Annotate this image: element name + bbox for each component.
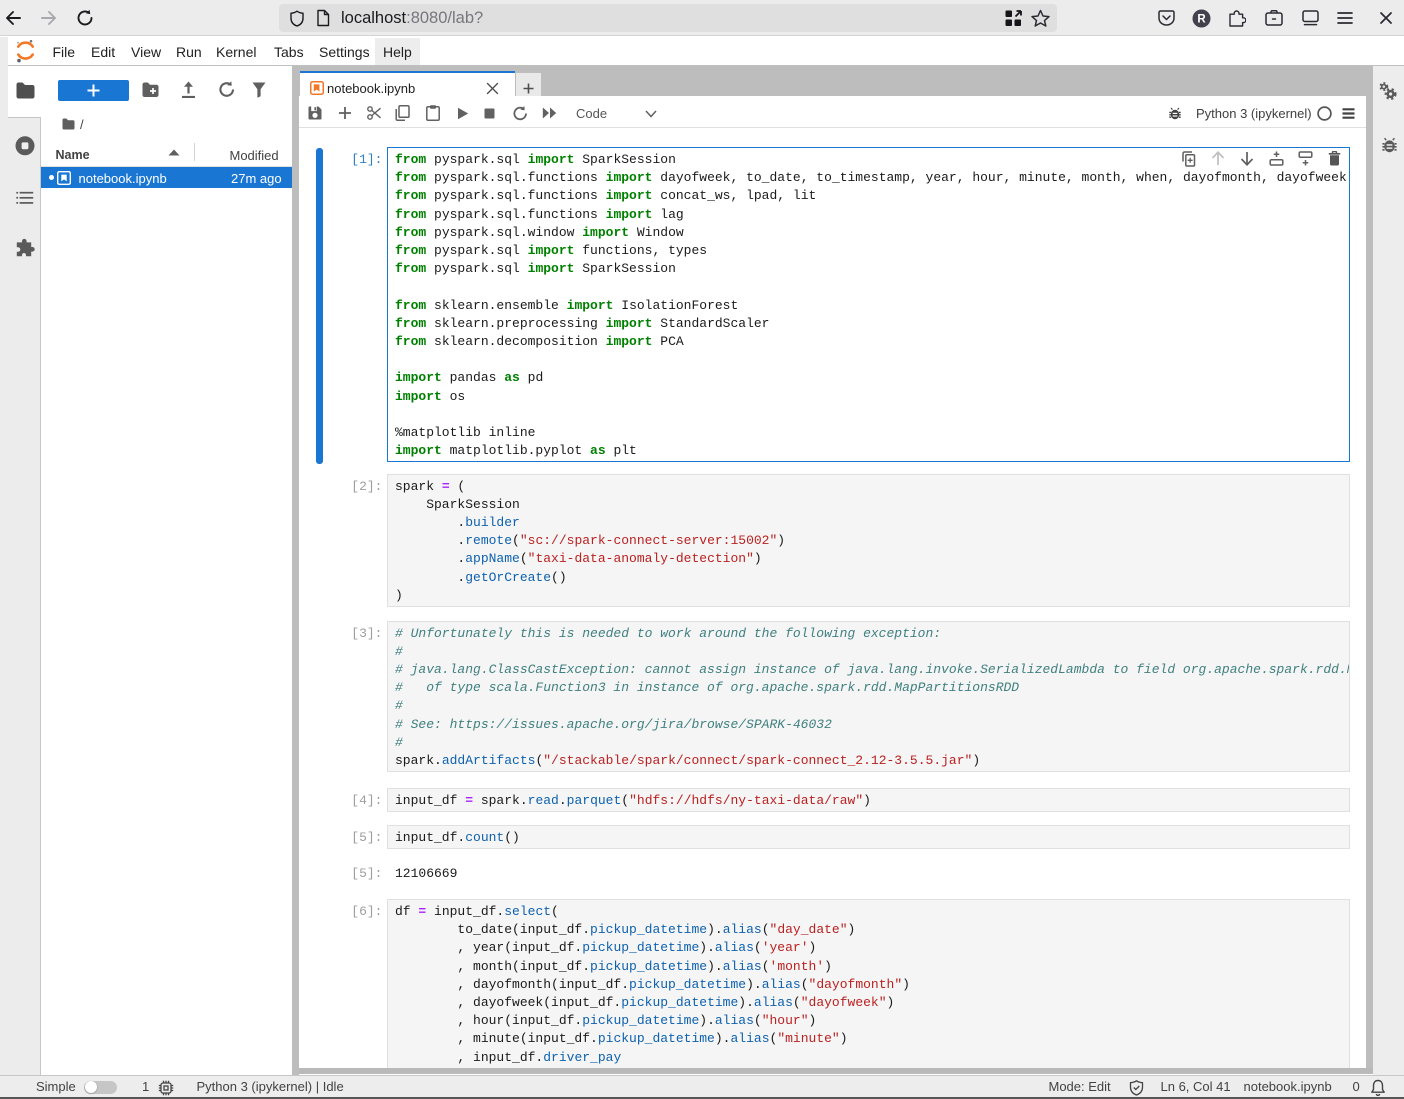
- svg-text:R: R: [1197, 14, 1206, 26]
